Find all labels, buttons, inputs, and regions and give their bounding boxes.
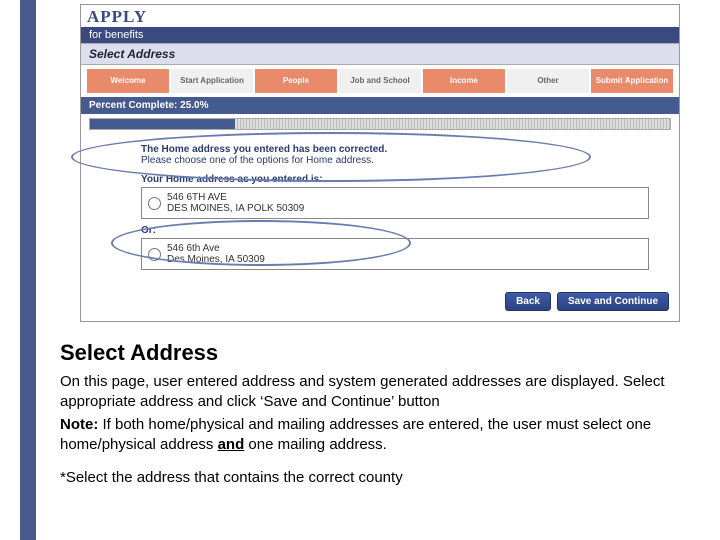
suggested-line1: 546 6th Ave: [167, 243, 220, 254]
progress-bar: [89, 118, 671, 130]
or-label: Or:: [141, 225, 649, 236]
brand-title: APPLY: [87, 7, 673, 27]
entered-address-option[interactable]: 546 6TH AVE DES MOINES, IA POLK 50309: [148, 192, 642, 214]
suggested-address-box: 546 6th Ave Des Moines, IA 50309: [141, 238, 649, 270]
note-and: and: [218, 436, 245, 453]
suggested-address-radio[interactable]: [148, 244, 161, 265]
instruction-heading: Select Address: [60, 340, 680, 366]
save-continue-button[interactable]: Save and Continue: [557, 292, 669, 311]
instruction-paragraph: On this page, user entered address and s…: [60, 372, 680, 411]
step-job-school[interactable]: Job and School: [339, 69, 421, 93]
step-other[interactable]: Other: [507, 69, 589, 93]
page-title: Select Address: [81, 43, 679, 65]
slide-left-rail: [20, 0, 36, 540]
progress-label: Percent Complete: 25.0%: [81, 97, 679, 114]
step-income[interactable]: Income: [423, 69, 505, 93]
step-people[interactable]: People: [255, 69, 337, 93]
brand-block: APPLY: [81, 5, 679, 27]
progress-bar-row: [81, 114, 679, 138]
brand-subtitle: for benefits: [81, 27, 679, 43]
instruction-footnote: *Select the address that contains the co…: [60, 468, 680, 488]
step-welcome[interactable]: Welcome: [87, 69, 169, 93]
instruction-block: Select Address On this page, user entere…: [60, 340, 680, 488]
step-submit[interactable]: Submit Application: [591, 69, 673, 93]
suggested-line2: Des Moines, IA 50309: [167, 254, 265, 265]
corrected-heading: The Home address you entered has been co…: [141, 144, 649, 155]
step-start-application[interactable]: Start Application: [171, 69, 253, 93]
suggested-address-option[interactable]: 546 6th Ave Des Moines, IA 50309: [148, 243, 642, 265]
entered-line1: 546 6TH AVE: [167, 192, 227, 203]
corrected-sub: Please choose one of the options for Hom…: [141, 155, 649, 166]
back-button[interactable]: Back: [505, 292, 551, 311]
address-body: The Home address you entered has been co…: [81, 138, 679, 286]
progress-fill: [90, 119, 235, 129]
button-row: Back Save and Continue: [81, 286, 679, 321]
wizard-steps: Welcome Start Application People Job and…: [81, 65, 679, 97]
entered-line2: DES MOINES, IA POLK 50309: [167, 203, 304, 214]
application-screenshot: APPLY for benefits Select Address Welcom…: [80, 4, 680, 322]
note-label: Note:: [60, 416, 98, 433]
note-body-b: one mailing address.: [244, 436, 387, 453]
entered-caption: Your Home address as you entered is:: [141, 174, 649, 185]
entered-address-radio[interactable]: [148, 193, 161, 214]
instruction-note: Note: If both home/physical and mailing …: [60, 415, 680, 454]
entered-address-box: 546 6TH AVE DES MOINES, IA POLK 50309: [141, 187, 649, 219]
